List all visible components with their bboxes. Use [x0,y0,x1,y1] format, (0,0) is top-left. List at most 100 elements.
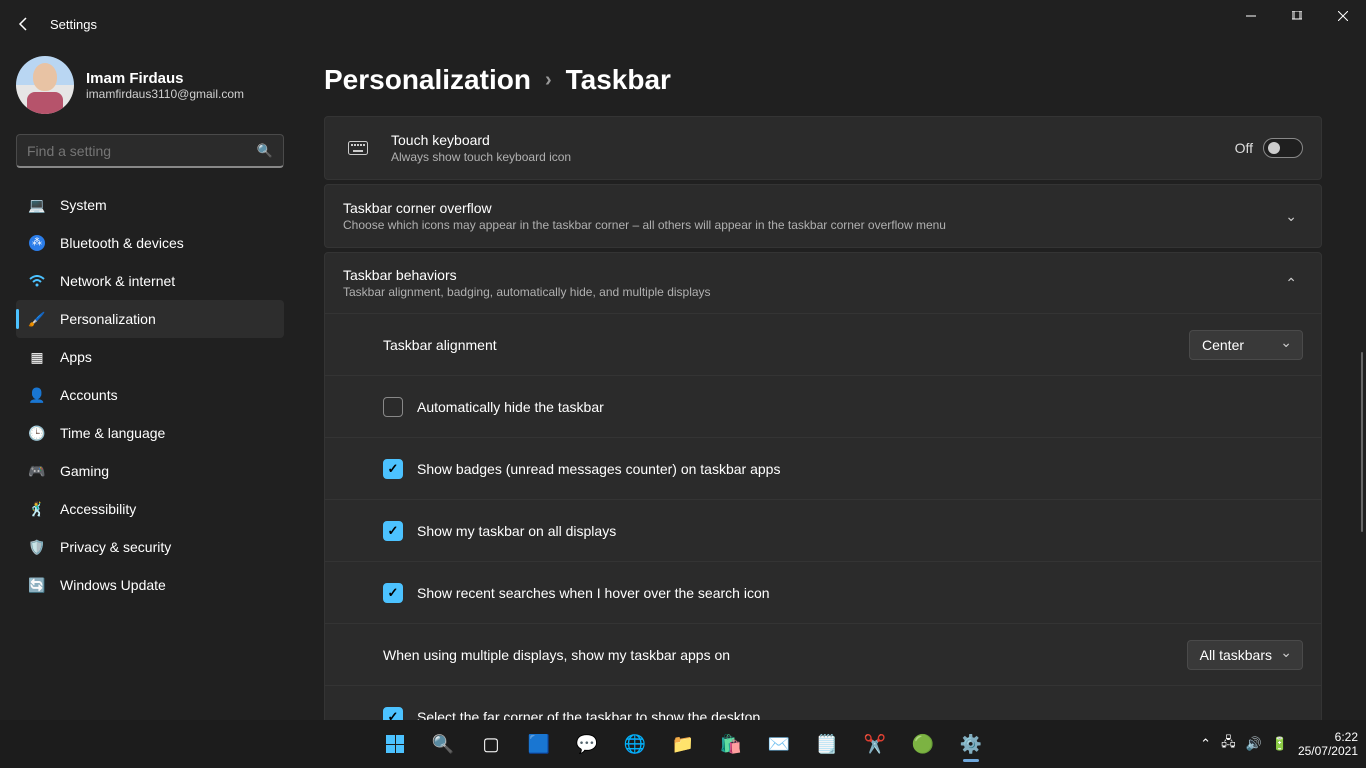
search-input[interactable] [27,143,257,159]
privacy-icon: 🛡️ [28,538,46,556]
sidebar-item-label: System [60,197,107,213]
behavior-option-label: Show badges (unread messages counter) on… [417,461,780,477]
window-title: Settings [50,17,97,32]
multi-display-dropdown[interactable]: All taskbars [1187,640,1303,670]
touch-keyboard-row: Touch keyboard Always show touch keyboar… [325,117,1321,179]
accounts-icon: 👤 [28,386,46,404]
sidebar-item-personalization[interactable]: 🖌️Personalization [16,300,284,338]
search-box[interactable]: 🔍 [16,134,284,168]
tray-battery-icon[interactable]: 🔋 [1272,736,1288,752]
sidebar-item-privacy-security[interactable]: 🛡️ Privacy & security [16,528,284,566]
sidebar-item-label: Gaming [60,463,109,479]
taskbar-settings-button[interactable]: ⚙️ [951,724,991,764]
behaviors-subtitle: Taskbar alignment, badging, automaticall… [343,285,1279,299]
alignment-dropdown[interactable]: Center [1189,330,1303,360]
overflow-section[interactable]: Taskbar corner overflow Choose which ico… [325,185,1321,247]
taskbar-snip-button[interactable]: ✂️ [855,724,895,764]
sidebar-item-label: Personalization [60,311,156,327]
maximize-icon [1292,11,1302,21]
sidebar-item-label: Bluetooth & devices [60,235,184,251]
behavior-option-row: ✓ Show recent searches when I hover over … [325,561,1321,623]
behavior-option-row: ✓ Show badges (unread messages counter) o… [325,437,1321,499]
breadcrumb-parent[interactable]: Personalization [324,64,531,96]
scrollbar[interactable] [1360,108,1363,718]
sidebar-item-apps[interactable]: ▦ Apps [16,338,284,376]
multi-display-label: When using multiple displays, show my ta… [383,647,1187,663]
apps-icon: ▦ [28,348,46,366]
maximize-button[interactable] [1274,0,1320,32]
avatar [16,56,74,114]
tray-volume-icon[interactable]: 🔊 [1246,736,1262,752]
profile-email: imamfirdaus3110@gmail.com [86,87,244,101]
behavior-checkbox-3[interactable]: ✓ [383,583,403,603]
far-corner-checkbox[interactable]: ✓ [383,707,403,721]
touch-keyboard-title: Touch keyboard [391,132,1235,148]
minimize-button[interactable] [1228,0,1274,32]
sidebar-item-label: Accessibility [60,501,136,517]
taskbar-start-button[interactable] [375,724,415,764]
sidebar-item-label: Accounts [60,387,118,403]
alignment-row: Taskbar alignment Center [325,313,1321,375]
behaviors-title: Taskbar behaviors [343,267,1279,283]
arrow-left-icon [16,16,32,32]
behavior-option-row: Automatically hide the taskbar [325,375,1321,437]
sidebar-item-system[interactable]: 💻 System [16,186,284,224]
windows-icon: 🔄 [28,576,46,594]
os-taskbar: 🔍▢🟦💬🌐📁🛍️✉️🗒️✂️🟢⚙️ ⌃ 🖧 🔊 🔋 6:22 25/07/202… [0,720,1366,768]
taskbar-store-button[interactable]: 🛍️ [711,724,751,764]
taskbar-widgets-button[interactable]: 🟦 [519,724,559,764]
behaviors-header[interactable]: Taskbar behaviors Taskbar alignment, bad… [325,253,1321,313]
sidebar-item-accounts[interactable]: 👤 Accounts [16,376,284,414]
breadcrumb: Personalization › Taskbar [324,64,1322,96]
behavior-checkbox-0[interactable] [383,397,403,417]
tray-overflow-icon[interactable]: ⌃ [1200,736,1211,752]
minimize-icon [1246,11,1256,21]
taskbar-taskview-button[interactable]: ▢ [471,724,511,764]
system-icon: 💻 [28,196,46,214]
sidebar-item-label: Time & language [60,425,165,441]
touch-keyboard-toggle[interactable]: Off [1235,138,1303,158]
keyboard-icon [347,141,369,155]
close-button[interactable] [1320,0,1366,32]
taskbar-chat-button[interactable]: 💬 [567,724,607,764]
multi-display-row: When using multiple displays, show my ta… [325,623,1321,685]
sidebar-item-bluetooth-devices[interactable]: ⁂ Bluetooth & devices [16,224,284,262]
behavior-checkbox-1[interactable]: ✓ [383,459,403,479]
far-corner-row: ✓ Select the far corner of the taskbar t… [325,685,1321,720]
overflow-title: Taskbar corner overflow [343,200,1279,216]
behavior-option-label: Automatically hide the taskbar [417,399,604,415]
bluetooth-icon: ⁂ [28,234,46,252]
sidebar-item-time-language[interactable]: 🕒 Time & language [16,414,284,452]
behavior-option-row: ✓ Show my taskbar on all displays [325,499,1321,561]
back-button[interactable] [8,8,40,40]
behavior-option-label: Show recent searches when I hover over t… [417,585,770,601]
sidebar-item-windows-update[interactable]: 🔄Windows Update [16,566,284,604]
behavior-checkbox-2[interactable]: ✓ [383,521,403,541]
behavior-option-label: Show my taskbar on all displays [417,523,616,539]
taskbar-explorer-button[interactable]: 📁 [663,724,703,764]
far-corner-label: Select the far corner of the taskbar to … [417,709,760,721]
profile-name: Imam Firdaus [86,70,244,87]
accessibility-icon: 🕺 [28,500,46,518]
user-profile[interactable]: Imam Firdaus imamfirdaus3110@gmail.com [16,56,284,114]
tray-network-icon[interactable]: 🖧 [1221,733,1236,755]
sidebar-item-label: Network & internet [60,273,175,289]
alignment-label: Taskbar alignment [383,337,1189,353]
sidebar-item-accessibility[interactable]: 🕺 Accessibility [16,490,284,528]
tray-clock[interactable]: 6:22 25/07/2021 [1298,730,1358,759]
close-icon [1338,11,1348,21]
sidebar-item-label: Apps [60,349,92,365]
overflow-subtitle: Choose which icons may appear in the tas… [343,218,1279,232]
taskbar-mail-button[interactable]: ✉️ [759,724,799,764]
taskbar-search-button[interactable]: 🔍 [423,724,463,764]
chevron-down-icon: ⌄ [1279,208,1303,225]
chevron-right-icon: › [545,69,552,92]
sidebar-item-label: Privacy & security [60,539,171,555]
time-icon: 🕒 [28,424,46,442]
sidebar-item-gaming[interactable]: 🎮Gaming [16,452,284,490]
taskbar-edge-button[interactable]: 🌐 [615,724,655,764]
touch-keyboard-subtitle: Always show touch keyboard icon [391,150,1235,164]
sidebar-item-network-internet[interactable]: Network & internet [16,262,284,300]
taskbar-notes-button[interactable]: 🗒️ [807,724,847,764]
taskbar-chrome-button[interactable]: 🟢 [903,724,943,764]
